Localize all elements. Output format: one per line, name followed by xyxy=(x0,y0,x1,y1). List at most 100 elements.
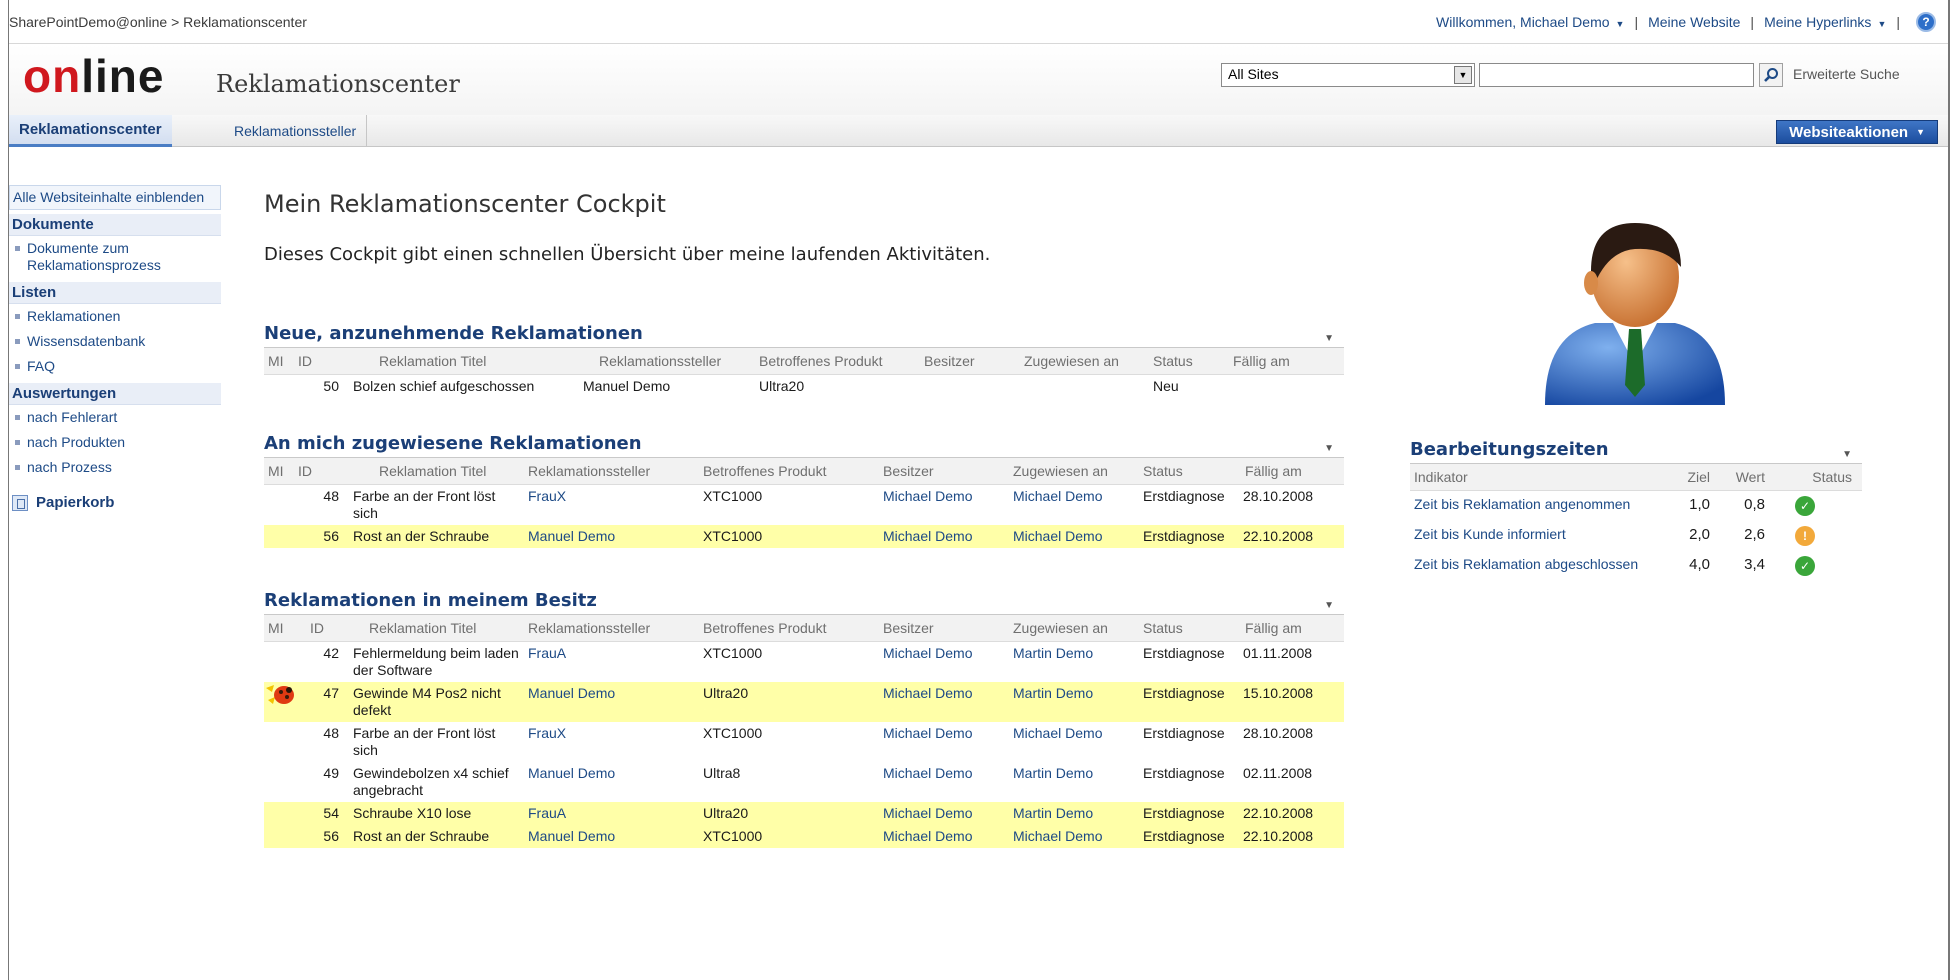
column-header-reporter[interactable]: Reklamationssteller xyxy=(524,615,699,642)
column-header-status[interactable]: Status xyxy=(1139,348,1219,375)
title-link[interactable]: Schraube X10 lose xyxy=(349,802,524,825)
dropdown-arrow-icon[interactable]: ▼ xyxy=(1454,66,1472,84)
webpart-title[interactable]: An mich zugewiesene Reklamationen xyxy=(264,433,642,454)
tab-reklamationssteller[interactable]: Reklamationssteller xyxy=(224,115,368,147)
ql-item-faq[interactable]: FAQ xyxy=(9,354,221,379)
search-scope-select[interactable]: All Sites ▼ xyxy=(1221,63,1475,87)
reporter-link[interactable]: FrauX xyxy=(524,485,699,526)
column-header-due[interactable]: Fällig am xyxy=(1239,458,1344,485)
title-link[interactable]: Rost an der Schraube xyxy=(349,525,524,548)
owner-link[interactable]: Michael Demo xyxy=(879,762,1009,802)
column-header-reporter[interactable]: Reklamationssteller xyxy=(559,348,729,375)
column-header-assigned[interactable]: Zugewiesen an xyxy=(1009,615,1139,642)
reporter-link[interactable]: FrauX xyxy=(524,722,699,762)
table-row[interactable]: 49 Gewindebolzen x4 schief angebracht Ma… xyxy=(264,762,1344,802)
owner-link[interactable]: Michael Demo xyxy=(879,525,1009,548)
column-header-mi[interactable]: MI xyxy=(264,458,294,485)
webpart-title[interactable]: Bearbeitungszeiten xyxy=(1410,439,1609,460)
site-actions-menu[interactable]: Websiteaktionen ▼ xyxy=(1776,120,1938,144)
owner-link[interactable]: Michael Demo xyxy=(879,802,1009,825)
ql-heading-auswertungen[interactable]: Auswertungen xyxy=(9,383,221,405)
title-link[interactable]: Gewindebolzen x4 schief angebracht xyxy=(349,762,524,802)
table-row[interactable]: 50 Bolzen schief aufgeschossen Manuel De… xyxy=(264,375,1344,399)
column-header-reporter[interactable]: Reklamationssteller xyxy=(524,458,699,485)
kpi-row[interactable]: Zeit bis Reklamation angenommen 1,0 0,8 … xyxy=(1410,491,1862,522)
webpart-title[interactable]: Neue, anzunehmende Reklamationen xyxy=(264,323,643,344)
assigned-link[interactable]: Michael Demo xyxy=(1009,825,1139,848)
ql-heading-dokumente[interactable]: Dokumente xyxy=(9,214,221,236)
ql-heading-listen[interactable]: Listen xyxy=(9,282,221,304)
column-header-status[interactable]: Status xyxy=(1139,615,1239,642)
column-header-status[interactable]: Status xyxy=(1775,464,1862,491)
reporter-link[interactable]: FrauA xyxy=(524,642,699,683)
column-header-id[interactable]: ID xyxy=(294,615,349,642)
column-header-title[interactable]: Reklamation Titel xyxy=(349,615,524,642)
kpi-row[interactable]: Zeit bis Kunde informiert 2,0 2,6 ! xyxy=(1410,521,1862,551)
column-header-assigned[interactable]: Zugewiesen an xyxy=(1009,458,1139,485)
table-row[interactable]: 54 Schraube X10 lose FrauA Ultra20 Micha… xyxy=(264,802,1344,825)
reporter-link[interactable]: Manuel Demo xyxy=(524,762,699,802)
ql-item-nach-produkten[interactable]: nach Produkten xyxy=(9,430,221,455)
assigned-link[interactable]: Michael Demo xyxy=(1009,525,1139,548)
column-header-mi[interactable]: MI xyxy=(264,348,294,375)
title-link[interactable]: Rost an der Schraube xyxy=(349,825,524,848)
search-input[interactable] xyxy=(1479,63,1754,87)
help-icon[interactable]: ? xyxy=(1916,12,1936,32)
column-header-status[interactable]: Status xyxy=(1139,458,1239,485)
tab-reklamationscenter[interactable]: Reklamationscenter xyxy=(9,115,172,147)
column-header-value[interactable]: Wert xyxy=(1720,464,1775,491)
assigned-link[interactable]: Martin Demo xyxy=(1009,762,1139,802)
ql-item-wissensdatenbank[interactable]: Wissensdatenbank xyxy=(9,329,221,354)
ql-item-nach-fehlerart[interactable]: nach Fehlerart xyxy=(9,405,221,430)
column-header-due[interactable]: Fällig am xyxy=(1219,348,1344,375)
reporter-link[interactable]: Manuel Demo xyxy=(524,825,699,848)
assigned-link[interactable]: Michael Demo xyxy=(1009,485,1139,526)
column-header-indicator[interactable]: Indikator xyxy=(1410,464,1665,491)
webpart-menu-icon[interactable]: ▼ xyxy=(1324,333,1334,344)
column-header-owner[interactable]: Besitzer xyxy=(879,615,1009,642)
column-header-owner[interactable]: Besitzer xyxy=(879,458,1009,485)
assigned-link[interactable]: Michael Demo xyxy=(1009,722,1139,762)
table-row[interactable]: 56 Rost an der Schraube Manuel Demo XTC1… xyxy=(264,825,1344,848)
webpart-menu-icon[interactable]: ▼ xyxy=(1842,449,1852,460)
assigned-link[interactable]: Martin Demo xyxy=(1009,642,1139,683)
column-header-due[interactable]: Fällig am xyxy=(1239,615,1344,642)
reporter-link[interactable]: Manuel Demo xyxy=(524,525,699,548)
my-site-link[interactable]: Meine Website xyxy=(1648,14,1740,30)
kpi-indicator-link[interactable]: Zeit bis Kunde informiert xyxy=(1410,521,1665,551)
assigned-link[interactable]: Martin Demo xyxy=(1009,802,1139,825)
title-link[interactable]: Gewinde M4 Pos2 nicht defekt xyxy=(349,682,524,722)
recycle-bin-link[interactable]: Papierkorb xyxy=(9,488,221,517)
column-header-owner[interactable]: Besitzer xyxy=(894,348,994,375)
welcome-menu[interactable]: Willkommen, Michael Demo ▼ xyxy=(1436,14,1624,30)
advanced-search-link[interactable]: Erweiterte Suche xyxy=(1793,66,1900,82)
column-header-assigned[interactable]: Zugewiesen an xyxy=(994,348,1139,375)
column-header-product[interactable]: Betroffenes Produkt xyxy=(699,615,879,642)
column-header-target[interactable]: Ziel xyxy=(1665,464,1720,491)
my-links-menu[interactable]: Meine Hyperlinks ▼ xyxy=(1764,14,1886,30)
site-logo[interactable]: online xyxy=(23,49,164,103)
column-header-id[interactable]: ID xyxy=(294,348,349,375)
column-header-product[interactable]: Betroffenes Produkt xyxy=(729,348,894,375)
ql-item-dokumente-zum-reklamationsprozess[interactable]: Dokumente zum Reklamationsprozess xyxy=(9,236,221,278)
reporter-link[interactable]: FrauA xyxy=(524,802,699,825)
table-row[interactable]: 47 Gewinde M4 Pos2 nicht defekt Manuel D… xyxy=(264,682,1344,722)
kpi-indicator-link[interactable]: Zeit bis Reklamation angenommen xyxy=(1410,491,1665,522)
table-row[interactable]: 56 Rost an der Schraube Manuel Demo XTC1… xyxy=(264,525,1344,548)
title-link[interactable]: Farbe an der Front löst sich xyxy=(349,722,524,762)
reporter-link[interactable]: Manuel Demo xyxy=(524,682,699,722)
table-row[interactable]: 48 Farbe an der Front löst sich FrauX XT… xyxy=(264,722,1344,762)
title-link[interactable]: Farbe an der Front löst sich xyxy=(349,485,524,526)
column-header-id[interactable]: ID xyxy=(294,458,349,485)
owner-link[interactable]: Michael Demo xyxy=(879,722,1009,762)
webpart-menu-icon[interactable]: ▼ xyxy=(1324,443,1334,454)
breadcrumb-site-link[interactable]: SharePointDemo@online xyxy=(9,14,167,30)
owner-link[interactable]: Michael Demo xyxy=(879,485,1009,526)
assigned-link[interactable]: Martin Demo xyxy=(1009,682,1139,722)
breadcrumb-page-link[interactable]: Reklamationscenter xyxy=(183,14,307,30)
table-row[interactable]: 48 Farbe an der Front löst sich FrauX XT… xyxy=(264,485,1344,526)
column-header-product[interactable]: Betroffenes Produkt xyxy=(699,458,879,485)
ql-item-reklamationen[interactable]: Reklamationen xyxy=(9,304,221,329)
kpi-row[interactable]: Zeit bis Reklamation abgeschlossen 4,0 3… xyxy=(1410,551,1862,581)
column-header-mi[interactable]: MI xyxy=(264,615,294,642)
